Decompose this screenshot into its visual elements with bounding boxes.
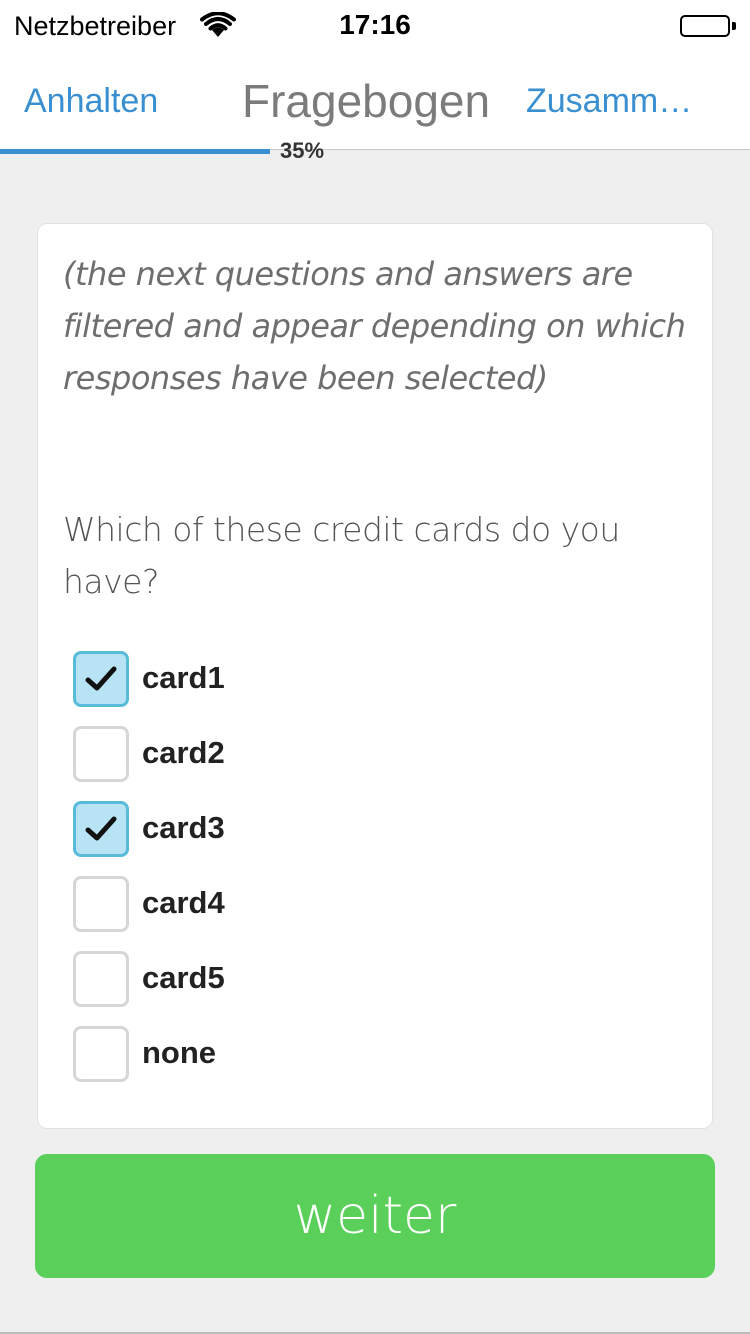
option-label: card5	[142, 960, 225, 995]
checkmark-icon	[85, 666, 117, 691]
app-screen: Netzbetreiber 17:16 Anhalten Fragebogen …	[0, 0, 750, 1334]
status-bar: Netzbetreiber 17:16	[0, 0, 750, 50]
checkbox[interactable]	[73, 651, 129, 707]
battery-icon	[680, 15, 736, 37]
checkbox[interactable]	[73, 951, 129, 1007]
checkbox[interactable]	[73, 876, 129, 932]
option-label: card3	[142, 810, 225, 845]
option-label: none	[142, 1035, 217, 1070]
checkbox[interactable]	[73, 801, 129, 857]
next-button[interactable]: weiter	[35, 1154, 715, 1278]
checkmark-icon	[85, 816, 117, 841]
option-none[interactable]: none	[73, 1026, 673, 1101]
status-time: 17:16	[339, 9, 411, 40]
option-card4[interactable]: card4	[73, 876, 673, 951]
option-label: card2	[142, 735, 225, 770]
option-card1[interactable]: card1	[73, 651, 673, 726]
progress-bar	[0, 149, 750, 154]
option-card2[interactable]: card2	[73, 726, 673, 801]
page-title: Fragebogen	[242, 75, 491, 127]
checkbox[interactable]	[73, 726, 129, 782]
option-label: card4	[142, 885, 225, 920]
progress-label: 35%	[280, 138, 325, 163]
checkbox[interactable]	[73, 1026, 129, 1082]
answer-options: card1 card2 card3 card4 card5 none	[73, 651, 673, 1101]
option-card5[interactable]: card5	[73, 951, 673, 1026]
navigation-bar: Anhalten Fragebogen Zusamm…	[0, 50, 750, 150]
summary-button[interactable]: Zusamm…	[526, 80, 726, 122]
stop-button[interactable]: Anhalten	[24, 80, 158, 122]
progress-fill	[0, 149, 270, 154]
question-card: (the next questions and answers are filt…	[37, 223, 713, 1129]
question-text: Which of these credit cards do you have?	[63, 510, 620, 601]
option-card3[interactable]: card3	[73, 801, 673, 876]
filter-hint: (the next questions and answers are filt…	[63, 255, 686, 397]
option-label: card1	[142, 660, 225, 695]
